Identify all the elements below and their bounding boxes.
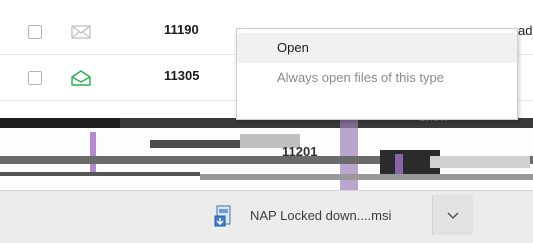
chevron-down-icon <box>446 208 460 222</box>
envelope-open-icon <box>70 69 92 87</box>
download-file-name[interactable]: NAP Locked down....msi <box>250 208 391 223</box>
message-id: 11305 <box>164 68 200 83</box>
message-subject-fragment: ad <box>518 23 533 38</box>
row-checkbox[interactable] <box>28 25 42 39</box>
download-bar: NAP Locked down....msi <box>0 190 533 243</box>
download-options-button[interactable] <box>432 195 473 235</box>
envelope-closed-icon <box>70 23 92 41</box>
menu-item-always-open-type[interactable]: Always open files of this type <box>237 63 517 93</box>
installer-file-icon <box>214 204 234 228</box>
row-checkbox[interactable] <box>28 71 42 85</box>
rendering-glitch-area: 11201 Show <box>0 112 533 190</box>
menu-item-open[interactable]: Open <box>237 33 517 63</box>
message-id: 11190 <box>164 22 199 37</box>
glitch-text-fragment: 11201 <box>282 144 318 159</box>
download-context-menu: Open Always open files of this type <box>236 28 518 120</box>
